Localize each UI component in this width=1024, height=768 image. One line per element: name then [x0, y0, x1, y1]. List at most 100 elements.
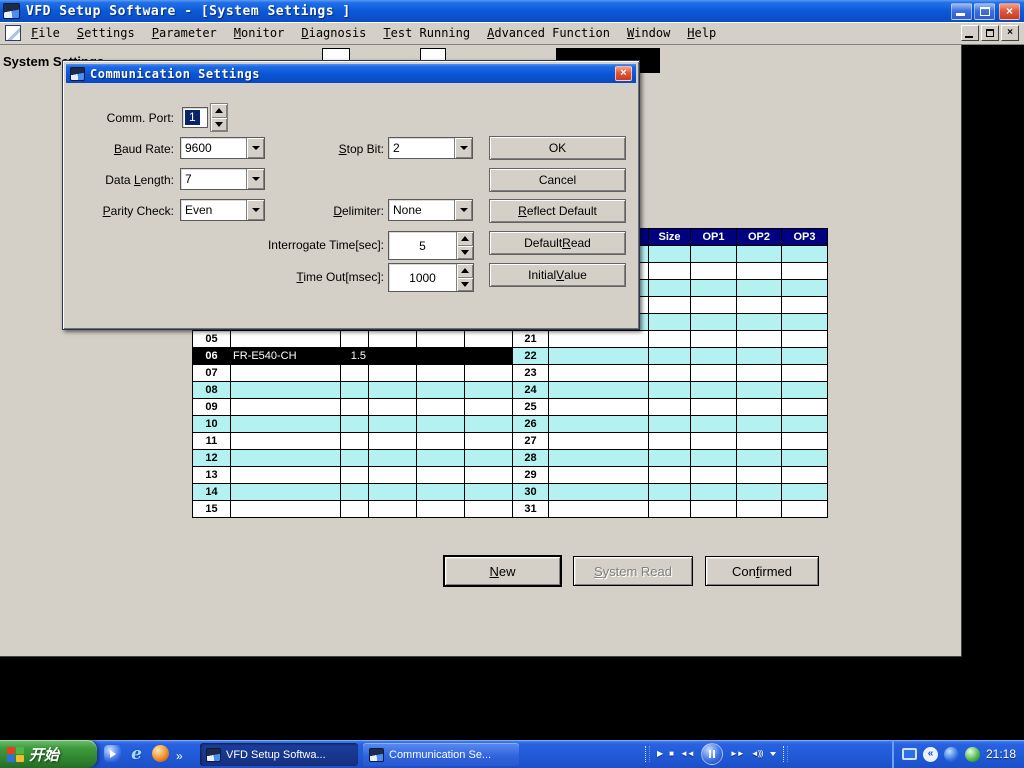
menu-item-monitor[interactable]: Monitor: [234, 26, 285, 40]
new-button[interactable]: New: [444, 556, 561, 586]
table-row[interactable]: 0521: [193, 331, 828, 348]
table-row[interactable]: 06FR-E540-CH1.522: [193, 348, 828, 365]
internet-explorer-icon[interactable]: e: [128, 745, 145, 762]
mdi-restore-button[interactable]: [981, 25, 999, 41]
spin-down-button[interactable]: [457, 246, 473, 260]
table-row[interactable]: 0824: [193, 382, 828, 399]
dialog-close-button[interactable]: ×: [615, 66, 632, 81]
time-out-input[interactable]: 1000: [388, 263, 474, 292]
table-row[interactable]: 1127: [193, 433, 828, 450]
spin-down-button[interactable]: [457, 278, 473, 292]
table-row[interactable]: 1531: [193, 501, 828, 518]
menu-item-diagnosis[interactable]: Diagnosis: [301, 26, 366, 40]
menu-item-file[interactable]: File: [31, 26, 60, 40]
previous-track-icon[interactable]: ◄◄: [680, 750, 694, 758]
dropdown-button[interactable]: [246, 169, 264, 189]
menu-item-test-running[interactable]: Test Running: [383, 26, 470, 40]
delimiter-select[interactable]: None: [388, 199, 473, 221]
table-cell: [341, 399, 369, 416]
dropdown-button[interactable]: [454, 200, 472, 220]
desktop: VFD Setup Software - [System Settings ] …: [0, 0, 1024, 768]
table-row[interactable]: 0925: [193, 399, 828, 416]
initial-value-button[interactable]: Initial Value: [489, 263, 626, 287]
chevron-more-icon[interactable]: »: [176, 750, 183, 762]
app-icon: [3, 3, 20, 19]
restore-button[interactable]: [974, 3, 995, 20]
table-row[interactable]: 0723: [193, 365, 828, 382]
mdi-minimize-button[interactable]: [961, 25, 979, 41]
up-arrow-icon: [461, 268, 469, 273]
drag-handle[interactable]: [645, 746, 650, 762]
cancel-button[interactable]: Cancel: [489, 168, 626, 192]
menu-item-advanced-function[interactable]: Advanced Function: [487, 26, 610, 40]
table-cell: [691, 297, 737, 314]
menu-item-parameter[interactable]: Parameter: [152, 26, 217, 40]
menu-item-help[interactable]: Help: [687, 26, 716, 40]
play-icon[interactable]: ▶: [657, 750, 662, 758]
table-row[interactable]: 1228: [193, 450, 828, 467]
hide-icons-button[interactable]: «: [923, 747, 938, 762]
stop-bit-select[interactable]: 2: [388, 137, 473, 159]
table-cell: [231, 467, 341, 484]
display-settings-icon[interactable]: [902, 748, 917, 760]
menu-item-window[interactable]: Window: [627, 26, 670, 40]
ok-button[interactable]: OK: [489, 136, 626, 160]
child-system-menu-icon[interactable]: [5, 25, 21, 41]
data-length-value: 7: [181, 169, 246, 189]
dropdown-button[interactable]: [454, 138, 472, 158]
media-player-icon[interactable]: [104, 745, 121, 762]
parity-check-select[interactable]: Even: [180, 199, 265, 221]
main-titlebar[interactable]: VFD Setup Software - [System Settings ] …: [0, 0, 1024, 22]
media-dropdown-icon[interactable]: [770, 752, 776, 756]
start-button[interactable]: 开始: [0, 740, 97, 768]
menu-item-settings[interactable]: Settings: [77, 26, 135, 40]
default-read-button[interactable]: Default Read: [489, 231, 626, 255]
table-cell: 22: [513, 348, 549, 365]
confirmed-button[interactable]: Confirmed: [705, 556, 819, 586]
reflect-default-button[interactable]: Reflect Default: [489, 199, 626, 223]
table-row[interactable]: 1430: [193, 484, 828, 501]
drag-handle[interactable]: [783, 746, 788, 762]
system-read-button[interactable]: System Read: [573, 556, 693, 586]
dropdown-button[interactable]: [246, 200, 264, 220]
table-row[interactable]: 1026: [193, 416, 828, 433]
baud-rate-select[interactable]: 9600: [180, 137, 265, 159]
taskbar-item-vfd-setup[interactable]: VFD Setup Softwa...: [200, 743, 358, 766]
browser-globe-icon[interactable]: [152, 745, 169, 762]
volume-icon[interactable]: ◄))): [751, 750, 763, 758]
dropdown-button[interactable]: [246, 138, 264, 158]
menu-bar: File Settings Parameter Monitor Diagnosis Tes…: [0, 22, 1024, 45]
table-cell: [369, 331, 417, 348]
tray-app-icon[interactable]: [965, 747, 980, 762]
baud-rate-label: Baud Rate:: [73, 142, 174, 156]
interrogate-time-input[interactable]: 5: [388, 231, 474, 260]
table-cell: [549, 501, 649, 518]
table-cell: 07: [193, 365, 231, 382]
close-button[interactable]: ×: [999, 3, 1020, 20]
mdi-close-button[interactable]: ×: [1001, 25, 1019, 41]
spin-down-button[interactable]: [211, 118, 227, 132]
table-row[interactable]: 1329: [193, 467, 828, 484]
table-cell: [782, 365, 828, 382]
data-length-select[interactable]: 7: [180, 168, 265, 190]
table-cell: [737, 365, 782, 382]
table-cell: [649, 297, 691, 314]
table-cell: [549, 467, 649, 484]
table-cell: 29: [513, 467, 549, 484]
dialog-titlebar[interactable]: Communication Settings ×: [66, 64, 636, 83]
next-track-icon[interactable]: ►►: [730, 750, 744, 758]
table-cell: [465, 365, 513, 382]
table-cell: [549, 450, 649, 467]
stop-icon[interactable]: ■: [669, 750, 673, 758]
close-icon: ×: [1006, 5, 1013, 17]
tray-network-icon[interactable]: [944, 747, 959, 762]
table-cell: [737, 297, 782, 314]
pause-button[interactable]: [701, 743, 723, 765]
spin-up-button[interactable]: [457, 264, 473, 278]
taskbar-item-communication-settings[interactable]: Communication Se...: [363, 743, 519, 766]
comm-port-label: Comm. Port:: [73, 111, 174, 125]
spin-up-button[interactable]: [457, 232, 473, 246]
comm-port-input[interactable]: 1: [182, 107, 208, 128]
minimize-button[interactable]: [951, 3, 972, 20]
spin-up-button[interactable]: [211, 104, 227, 118]
